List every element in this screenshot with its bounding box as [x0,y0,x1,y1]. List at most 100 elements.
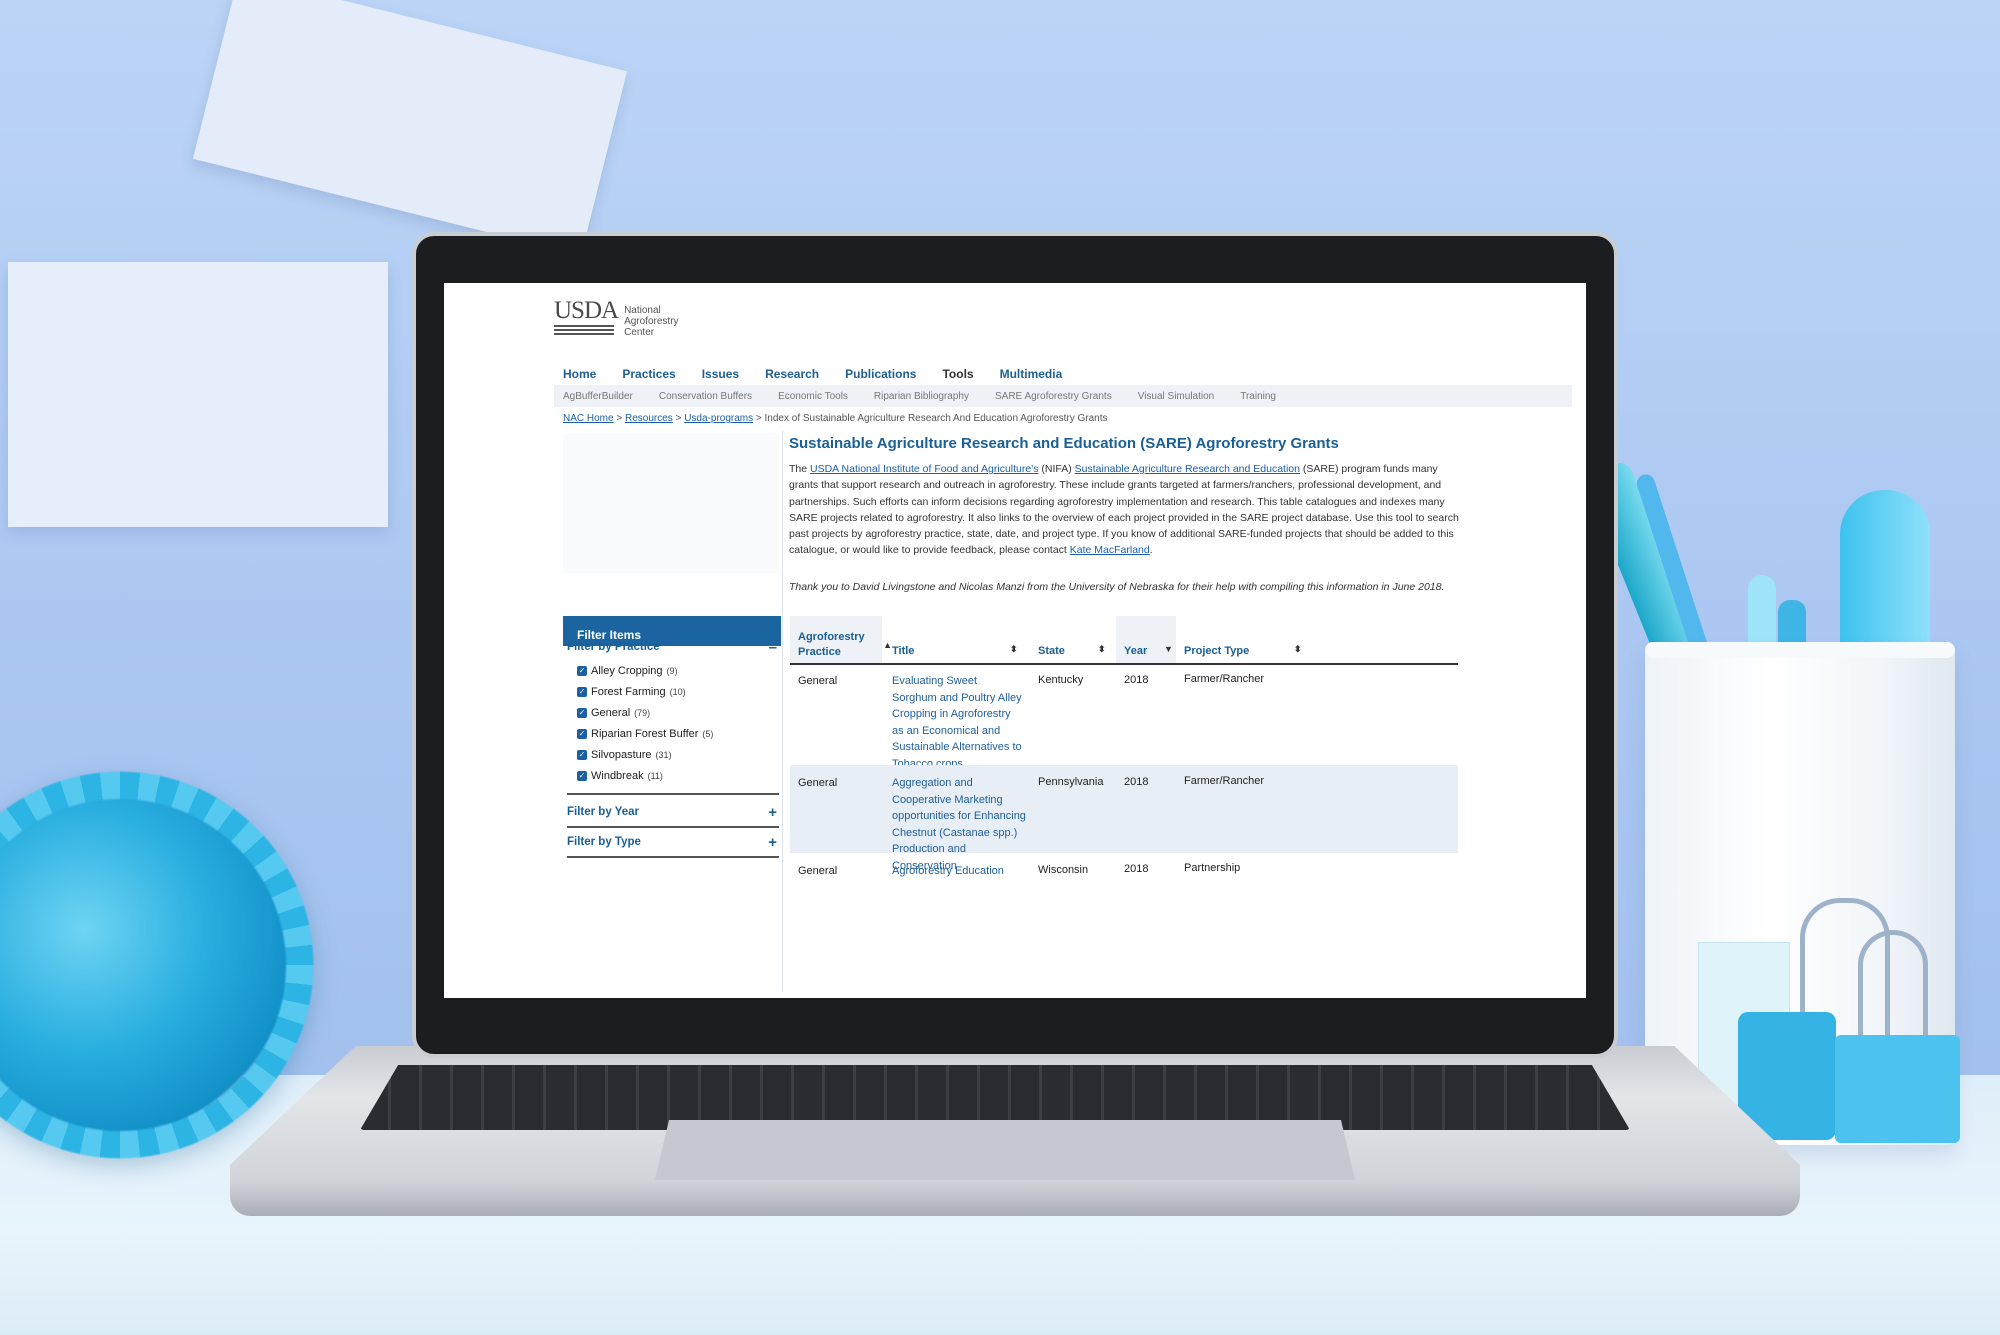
checkbox-checked-icon: ✓ [577,771,587,781]
subnav-conservation-buffers[interactable]: Conservation Buffers [659,391,752,402]
laptop-screen: USDA National Agroforestry Center Home P… [444,283,1586,998]
nav-home[interactable]: Home [563,367,596,381]
sort-icon: ⬍ [1098,644,1106,654]
checkbox-checked-icon: ✓ [577,750,587,760]
cell-year: 2018 [1124,863,1149,875]
breadcrumb-sep: > [616,413,623,424]
nav-tools[interactable]: Tools [942,367,973,381]
sidebar-spacer [563,433,779,573]
laptop-trackpad [655,1120,1355,1180]
cell-title-link[interactable]: Agroforestry Education [892,863,1042,880]
page-title: Sustainable Agriculture Research and Edu… [789,435,1339,452]
subnav-visual-simulation[interactable]: Visual Simulation [1138,391,1215,402]
subnav-agbufferbuilder[interactable]: AgBufferBuilder [563,391,633,402]
col-header-project-type[interactable]: Project Type ⬍ [1184,644,1304,659]
sort-asc-icon: ▲ [883,640,892,650]
checkbox-label: Silvopasture [591,749,652,761]
logo-line: National [624,305,661,316]
checkbox-label: Alley Cropping [591,665,663,677]
intro-text: (SARE) program funds many grants that su… [789,463,1459,557]
expand-icon: + [768,804,777,821]
intro-text: (NIFA) [1038,463,1075,475]
filter-checkbox-general[interactable]: ✓ General (79) [577,707,650,719]
cell-year: 2018 [1124,776,1149,788]
checkbox-label: Riparian Forest Buffer [591,728,699,740]
checkbox-count: (10) [669,687,686,697]
intro-text: . [1149,544,1153,557]
nav-issues[interactable]: Issues [702,367,739,381]
cell-project-type: Farmer/Rancher [1184,775,1265,787]
cell-title-link[interactable]: Evaluating Sweet Sorghum and Poultry All… [892,673,1024,772]
nav-practices[interactable]: Practices [622,367,675,381]
cell-practice: General [798,675,838,687]
nifa-link[interactable]: USDA National Institute of Food and Agri… [810,463,1038,475]
checkbox-label: Windbreak [591,770,644,782]
logo-line: Center [624,327,655,338]
filter-label: Filter by Practice [567,641,660,653]
col-header-label: Project Type [1184,645,1250,657]
subnav-riparian-bibliography[interactable]: Riparian Bibliography [874,391,969,402]
sub-nav: AgBufferBuilder Conservation Buffers Eco… [554,385,1572,407]
sare-link[interactable]: Sustainable Agriculture Research and Edu… [1075,463,1300,475]
filter-by-year-toggle[interactable]: Filter by Year + [567,804,777,821]
subnav-sare-grants[interactable]: SARE Agroforestry Grants [995,391,1112,402]
acknowledgement: Thank you to David Livingstone and Nicol… [789,581,1445,593]
expand-icon: + [768,834,777,851]
col-header-title[interactable]: Title ⬍ [892,644,1018,659]
checkbox-checked-icon: ✓ [577,708,587,718]
cell-state: Kentucky [1038,674,1084,686]
checkbox-count: (31) [655,750,672,760]
breadcrumb-usda-programs[interactable]: Usda-programs [684,413,753,424]
checkbox-count: (79) [634,708,651,718]
breadcrumb-resources[interactable]: Resources [625,413,673,424]
filter-checkbox-forest-farming[interactable]: ✓ Forest Farming (10) [577,686,686,698]
breadcrumb-sep: > [675,413,682,424]
cell-practice: General [798,865,838,877]
filter-divider [567,793,779,795]
pencil-cup-rim [1645,642,1955,658]
cell-project-type: Farmer/Rancher [1184,673,1265,685]
checkbox-checked-icon: ✓ [577,729,587,739]
filter-divider [567,856,779,858]
nav-multimedia[interactable]: Multimedia [1000,367,1063,381]
col-header-year[interactable]: Year ▼ [1124,644,1174,659]
nav-research[interactable]: Research [765,367,819,381]
breadcrumb-nac-home[interactable]: NAC Home [563,413,614,424]
checkbox-count: (5) [702,729,714,739]
column-divider [782,431,783,991]
filter-label: Filter by Year [567,806,640,818]
cell-practice: General [798,777,838,789]
filter-checkbox-riparian-forest-buffer[interactable]: ✓ Riparian Forest Buffer (5) [577,728,713,740]
highlighter [1840,490,1930,660]
subnav-training[interactable]: Training [1240,391,1276,402]
contact-link[interactable]: Kate MacFarland [1070,544,1150,556]
binder-clip-wire [1858,930,1928,1045]
binder-clip [1835,1035,1960,1143]
filter-by-practice-toggle[interactable]: Filter by Practice – [567,639,777,656]
cell-year: 2018 [1124,674,1149,686]
sort-icon: ⬍ [1010,644,1018,654]
breadcrumb: NAC Home > Resources > Usda-programs > I… [563,413,1108,424]
checkbox-checked-icon: ✓ [577,666,587,676]
filter-label: Filter by Type [567,836,641,848]
table-row: General Evaluating Sweet Sorghum and Pou… [790,667,1458,770]
table-row: General Agroforestry Education Wisconsin… [790,857,1458,897]
filter-by-type-toggle[interactable]: Filter by Type + [567,834,777,851]
sticky-note [8,262,388,527]
cell-project-type: Partnership [1184,862,1241,874]
logo-text: National Agroforestry Center [624,305,678,338]
col-header-state[interactable]: State ⬍ [1038,644,1106,659]
intro-text: The [789,463,811,475]
nav-publications[interactable]: Publications [845,367,916,381]
cell-state: Pennsylvania [1038,776,1104,788]
col-header-label: Year [1124,645,1148,657]
usda-logo[interactable]: USDA National Agroforestry Center [554,298,679,338]
subnav-economic-tools[interactable]: Economic Tools [778,391,848,402]
checkbox-label: Forest Farming [591,686,666,698]
main-nav: Home Practices Issues Research Publicati… [563,367,1062,381]
col-header-label: Agroforestry Practice [798,631,865,658]
col-header-practice[interactable]: Agroforestry Practice ▲ [798,630,892,660]
filter-checkbox-alley-cropping[interactable]: ✓ Alley Cropping (9) [577,665,678,677]
filter-checkbox-silvopasture[interactable]: ✓ Silvopasture (31) [577,749,672,761]
filter-checkbox-windbreak[interactable]: ✓ Windbreak (11) [577,770,663,782]
